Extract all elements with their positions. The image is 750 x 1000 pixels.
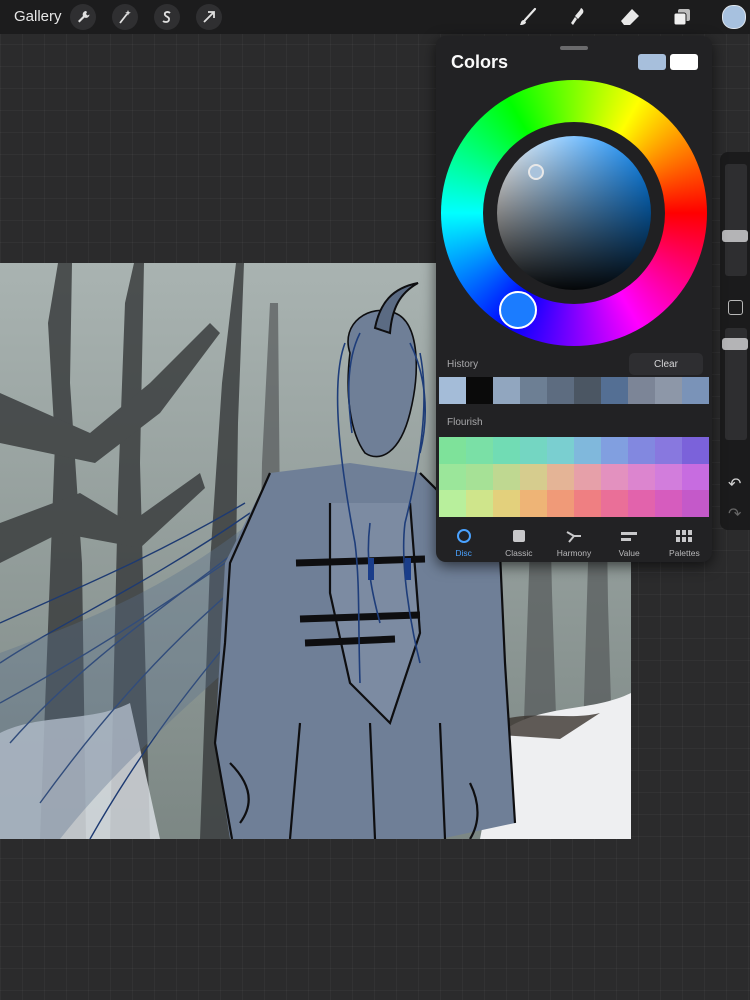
undo-icon[interactable]: ↶ bbox=[728, 474, 741, 494]
flourish-swatch[interactable] bbox=[628, 437, 655, 464]
tab-classic[interactable]: Classic bbox=[493, 524, 545, 562]
layers-icon bbox=[673, 9, 690, 26]
saturation-knob[interactable] bbox=[528, 164, 544, 180]
top-toolbar: Gallery bbox=[0, 0, 750, 34]
colors-panel: Colors History Clear Flourish Disc Class… bbox=[436, 36, 712, 562]
right-sidebar: ↶ ↷ bbox=[720, 152, 750, 530]
gallery-button[interactable]: Gallery bbox=[14, 8, 62, 25]
flourish-swatch[interactable] bbox=[466, 490, 493, 517]
flourish-swatch[interactable] bbox=[439, 490, 466, 517]
flourish-swatch[interactable] bbox=[655, 463, 682, 491]
magic-wand-icon bbox=[119, 10, 131, 24]
clear-history-button[interactable]: Clear bbox=[629, 353, 703, 375]
history-swatch[interactable] bbox=[682, 377, 709, 404]
flourish-swatch[interactable] bbox=[682, 490, 709, 517]
wrench-icon bbox=[78, 11, 90, 23]
tab-classic-label: Classic bbox=[505, 548, 533, 558]
opacity-thumb[interactable] bbox=[722, 338, 748, 350]
history-label: History bbox=[447, 359, 479, 370]
layers-button[interactable] bbox=[669, 4, 695, 30]
flourish-swatch[interactable] bbox=[682, 437, 709, 464]
history-swatch[interactable] bbox=[601, 377, 628, 404]
brush-icon bbox=[520, 7, 537, 25]
flourish-swatch[interactable] bbox=[493, 463, 520, 491]
secondary-color-swatch[interactable] bbox=[670, 54, 698, 70]
history-swatch[interactable] bbox=[493, 377, 520, 404]
tab-disc-label: Disc bbox=[455, 548, 472, 558]
flourish-swatch[interactable] bbox=[601, 490, 628, 517]
tab-palettes-label: Palettes bbox=[668, 548, 700, 558]
history-swatch[interactable] bbox=[547, 377, 574, 404]
flourish-palette bbox=[439, 437, 709, 517]
primary-color-swatch[interactable] bbox=[638, 54, 666, 70]
flourish-swatch[interactable] bbox=[520, 490, 547, 517]
color-mode-tabs: Disc Classic Harmony Value Palettes bbox=[436, 524, 712, 562]
flourish-swatch[interactable] bbox=[601, 463, 628, 491]
selection-button[interactable] bbox=[154, 4, 180, 30]
flourish-swatch[interactable] bbox=[547, 463, 574, 491]
brush-size-slider[interactable] bbox=[725, 164, 747, 276]
flourish-swatch[interactable] bbox=[493, 437, 520, 464]
tab-disc[interactable]: Disc bbox=[438, 524, 490, 562]
flourish-swatch[interactable] bbox=[439, 437, 466, 464]
redo-icon[interactable]: ↷ bbox=[728, 504, 741, 524]
flourish-swatch[interactable] bbox=[574, 490, 601, 517]
flourish-swatch[interactable] bbox=[520, 437, 547, 464]
flourish-swatch[interactable] bbox=[655, 490, 682, 517]
flourish-swatch[interactable] bbox=[574, 437, 601, 464]
smudge-icon bbox=[571, 8, 584, 25]
history-swatches bbox=[439, 377, 709, 404]
eraser-tool-button[interactable] bbox=[617, 4, 643, 30]
flourish-swatch[interactable] bbox=[439, 463, 466, 491]
flourish-swatch[interactable] bbox=[493, 490, 520, 517]
flourish-swatch[interactable] bbox=[574, 463, 601, 491]
hue-knob[interactable] bbox=[499, 291, 537, 329]
transform-arrow-icon bbox=[203, 11, 215, 23]
history-swatch[interactable] bbox=[439, 377, 466, 404]
history-swatch[interactable] bbox=[655, 377, 682, 404]
flourish-swatch[interactable] bbox=[601, 437, 628, 464]
flourish-swatch[interactable] bbox=[655, 437, 682, 464]
harmony-icon bbox=[566, 531, 581, 543]
actions-wrench-button[interactable] bbox=[70, 4, 96, 30]
hue-ring[interactable] bbox=[441, 80, 707, 346]
brush-tool-button[interactable] bbox=[515, 4, 541, 30]
tab-value[interactable]: Value bbox=[603, 524, 655, 562]
history-swatch[interactable] bbox=[466, 377, 493, 404]
adjustments-button[interactable] bbox=[112, 4, 138, 30]
selection-s-icon bbox=[162, 11, 171, 23]
tab-palettes[interactable]: Palettes bbox=[658, 524, 710, 562]
flourish-swatch[interactable] bbox=[466, 463, 493, 491]
current-color-button[interactable] bbox=[722, 5, 746, 29]
tab-harmony[interactable]: Harmony bbox=[548, 524, 600, 562]
flourish-swatch[interactable] bbox=[520, 463, 547, 491]
flourish-swatch[interactable] bbox=[466, 437, 493, 464]
panel-grabber[interactable] bbox=[560, 46, 588, 50]
circle-icon bbox=[456, 529, 471, 543]
smudge-tool-button[interactable] bbox=[565, 4, 591, 30]
flourish-swatch[interactable] bbox=[628, 463, 655, 491]
value-sliders-icon bbox=[621, 532, 638, 541]
history-swatch[interactable] bbox=[628, 377, 655, 404]
panel-title: Colors bbox=[451, 52, 509, 72]
tab-value-label: Value bbox=[618, 548, 640, 558]
eraser-icon bbox=[621, 9, 639, 25]
modify-button[interactable] bbox=[728, 300, 743, 315]
tab-harmony-label: Harmony bbox=[556, 548, 592, 558]
history-swatch[interactable] bbox=[520, 377, 547, 404]
flourish-swatch[interactable] bbox=[682, 463, 709, 491]
flourish-swatch[interactable] bbox=[628, 490, 655, 517]
grid-icon bbox=[676, 530, 693, 542]
history-swatch[interactable] bbox=[574, 377, 601, 404]
flourish-label: Flourish bbox=[447, 417, 483, 428]
flourish-swatch[interactable] bbox=[547, 490, 574, 517]
square-icon bbox=[512, 530, 525, 542]
saturation-brightness-disc[interactable] bbox=[497, 136, 651, 290]
transform-button[interactable] bbox=[196, 4, 222, 30]
brush-size-thumb[interactable] bbox=[722, 230, 748, 242]
flourish-swatch[interactable] bbox=[547, 437, 574, 464]
